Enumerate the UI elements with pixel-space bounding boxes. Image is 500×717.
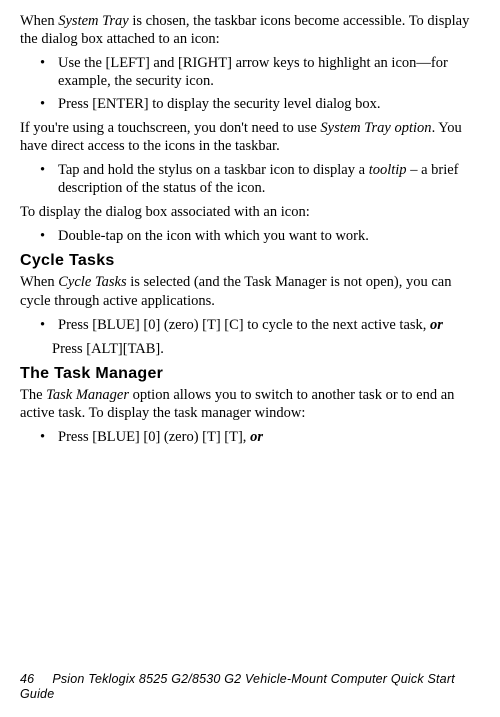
cycle-bullets: Press [BLUE] [0] (zero) [T] [C] to cycle… (20, 316, 480, 334)
text: Use the [LEFT] and [RIGHT] arrow keys to… (58, 55, 448, 89)
text: The (20, 387, 46, 403)
term-task-manager: Task Manager (46, 387, 129, 403)
intro-para-1: When System Tray is chosen, the taskbar … (20, 12, 480, 48)
page-number: 46 (20, 672, 34, 686)
text: To display the dialog box associated wit… (20, 204, 310, 220)
term-or: or (250, 429, 263, 445)
text: Double-tap on the icon with which you wa… (58, 228, 369, 244)
term-tooltip: tooltip (369, 162, 407, 178)
term-or: or (430, 317, 443, 333)
page-footer: 46Psion Teklogix 8525 G2/8530 G2 Vehicle… (20, 672, 480, 703)
text: Press [ENTER] to display the security le… (58, 96, 381, 112)
term-cycle-tasks: Cycle Tasks (58, 274, 126, 290)
list-item: Press [ENTER] to display the security le… (20, 95, 480, 113)
heading-cycle-tasks: Cycle Tasks (20, 251, 480, 271)
text: If you're using a touchscreen, you don't… (20, 120, 320, 136)
cycle-continue: Press [ALT][TAB]. (20, 340, 480, 358)
footer-title: Psion Teklogix 8525 G2/8530 G2 Vehicle-M… (20, 672, 455, 702)
intro-para-3: To display the dialog box associated wit… (20, 203, 480, 221)
text: When (20, 13, 58, 29)
text: Press [BLUE] [0] (zero) [T] [C] to cycle… (58, 317, 430, 333)
cycle-para-1: When Cycle Tasks is selected (and the Ta… (20, 273, 480, 309)
list-item: Use the [LEFT] and [RIGHT] arrow keys to… (20, 54, 480, 90)
intro-bullets-1: Use the [LEFT] and [RIGHT] arrow keys to… (20, 54, 480, 112)
text: Press [BLUE] [0] (zero) [T] [T], (58, 429, 250, 445)
intro-bullets-3: Double-tap on the icon with which you wa… (20, 227, 480, 245)
text: When (20, 274, 58, 290)
intro-bullets-2: Tap and hold the stylus on a taskbar ico… (20, 161, 480, 197)
term-system-tray: System Tray (58, 13, 128, 29)
list-item: Press [BLUE] [0] (zero) [T] [C] to cycle… (20, 316, 480, 334)
taskmgr-bullets: Press [BLUE] [0] (zero) [T] [T], or (20, 428, 480, 446)
list-item: Double-tap on the icon with which you wa… (20, 227, 480, 245)
list-item: Tap and hold the stylus on a taskbar ico… (20, 161, 480, 197)
text: Tap and hold the stylus on a taskbar ico… (58, 162, 369, 178)
heading-task-manager: The Task Manager (20, 364, 480, 384)
term-system-tray-option: System Tray option (320, 120, 431, 136)
text: Press [ALT][TAB]. (52, 341, 164, 357)
list-item: Press [BLUE] [0] (zero) [T] [T], or (20, 428, 480, 446)
intro-para-2: If you're using a touchscreen, you don't… (20, 119, 480, 155)
taskmgr-para-1: The Task Manager option allows you to sw… (20, 386, 480, 422)
